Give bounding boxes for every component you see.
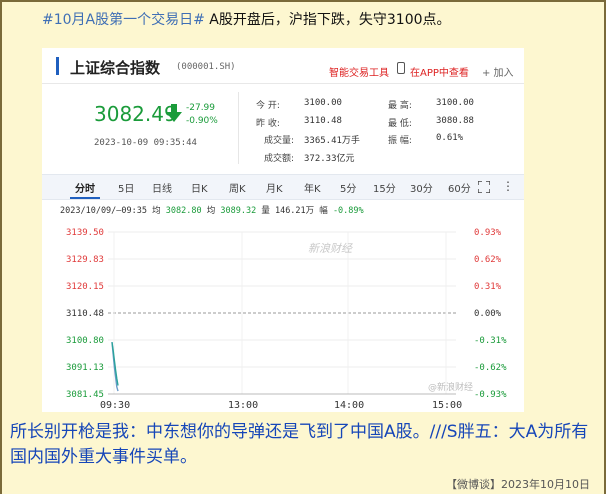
add-watchlist-button[interactable]: + 加入 xyxy=(482,64,514,79)
info-amp-label: 幅 xyxy=(319,206,328,216)
stock-quote-panel: 上证综合指数 (000001.SH) 智能交易工具 在APP中查看 + 加入 3… xyxy=(42,48,524,412)
stat-label-volume: 成交量: xyxy=(264,136,295,146)
stat-value-turnover: 372.33亿元 xyxy=(304,154,355,164)
y-tick-label: 3120.15 xyxy=(66,282,104,292)
y-tick-label: 3139.50 xyxy=(66,228,104,238)
tab-monthly-k[interactable]: 月K xyxy=(266,180,283,195)
chart-period-tabs: 分时 5日 日线 日K 周K 月K 年K 5分 15分 30分 60分 ⋮ xyxy=(42,174,524,200)
info-avg-label: 均 xyxy=(152,206,161,216)
stat-value-open: 3100.00 xyxy=(304,98,342,108)
x-tick-label: 14:00 xyxy=(334,400,364,411)
stat-value-high: 3100.00 xyxy=(436,98,474,108)
tab-daily-k[interactable]: 日K xyxy=(191,180,208,195)
tab-weekly-k[interactable]: 周K xyxy=(229,180,246,195)
more-options-icon[interactable]: ⋮ xyxy=(502,179,514,193)
stat-label-amplitude: 振 幅: xyxy=(388,136,412,146)
quote-datetime: 2023-10-09 09:35:44 xyxy=(94,138,197,148)
tab-daily-line[interactable]: 日线 xyxy=(152,180,172,195)
info-range: 2023/10/09/—09:35 xyxy=(60,206,147,216)
y-pct-tick-label: -0.93% xyxy=(474,390,507,400)
watermark: 新浪财经 xyxy=(308,242,353,255)
price-change-pct: -0.90% xyxy=(186,116,218,126)
stat-label-low: 最 低: xyxy=(388,119,412,129)
info-avg: 3082.80 xyxy=(165,206,202,216)
tab-yearly-k[interactable]: 年K xyxy=(304,180,321,195)
y-pct-tick-label: -0.31% xyxy=(474,336,507,346)
y-pct-tick-label: 0.31% xyxy=(474,282,502,292)
tab-60min[interactable]: 60分 xyxy=(448,180,471,195)
stat-label-high: 最 高: xyxy=(388,101,412,111)
y-tick-label: 3100.80 xyxy=(66,336,104,346)
info-amp: -0.89% xyxy=(332,206,364,216)
stat-label-open: 今 开: xyxy=(256,101,280,111)
arrow-down-icon xyxy=(166,104,182,122)
tab-5day[interactable]: 5日 xyxy=(118,180,134,195)
caption-box: 所长别开枪是我：中东想你的导弹还是飞到了中国A股。///S胖五：大A为所有国内国… xyxy=(2,412,604,494)
index-name: 上证综合指数 xyxy=(70,59,161,77)
x-tick-label: 15:00 xyxy=(432,400,462,411)
stat-label-turnover: 成交额: xyxy=(264,154,295,164)
tab-15min[interactable]: 15分 xyxy=(373,180,396,195)
stat-value-volume: 3365.41万手 xyxy=(304,136,360,146)
stat-label-prev-close: 昨 收: xyxy=(256,119,280,129)
stat-value-amplitude: 0.61% xyxy=(436,133,464,143)
index-code: (000001.SH) xyxy=(176,62,236,72)
price-series-line xyxy=(111,342,119,386)
y-tick-label: 3091.13 xyxy=(66,363,104,373)
info-price-label: 均 xyxy=(206,206,216,216)
y-pct-tick-label: 0.62% xyxy=(474,255,502,265)
x-tick-label: 09:30 xyxy=(100,400,130,411)
y-tick-label: 3081.45 xyxy=(66,390,104,400)
quote-header: 上证综合指数 (000001.SH) 智能交易工具 在APP中查看 + 加入 xyxy=(42,48,524,84)
chart-info-line: 2023/10/09/—09:35 均 3082.80 均 3089.32 量 … xyxy=(60,204,364,216)
y-pct-tick-label: 0.93% xyxy=(474,228,502,238)
stat-value-low: 3080.88 xyxy=(436,116,474,126)
intraday-chart: 3139.50 0.93% 3129.83 0.62% 3120.15 0.31% 3110… xyxy=(66,228,507,411)
divider xyxy=(238,92,239,164)
source-credit: 【微博谈】2023年10月10日 xyxy=(446,478,590,491)
y-tick-label: 3129.83 xyxy=(66,255,104,265)
headline-text: A股开盘后，沪指下跌，失守3100点。 xyxy=(204,12,451,28)
y-pct-tick-label: 0.00% xyxy=(474,309,502,319)
x-tick-label: 13:00 xyxy=(228,400,258,411)
tab-timeshare[interactable]: 分时 xyxy=(75,180,95,195)
caption-text: 所长别开枪是我：中东想你的导弹还是飞到了中国A股。///S胖五：大A为所有国内国… xyxy=(10,422,589,467)
stat-value-prev-close: 3110.48 xyxy=(304,116,342,126)
watermark-handle: @新浪财经 xyxy=(428,381,473,393)
info-vol-label: 量 xyxy=(261,206,270,216)
post-headline: #10月A股第一个交易日# A股开盘后，沪指下跌，失守3100点。 xyxy=(42,10,602,30)
y-pct-tick-label: -0.62% xyxy=(474,363,507,373)
y-tick-label: 3110.48 xyxy=(66,309,104,319)
active-tab-indicator xyxy=(70,197,100,199)
tab-30min[interactable]: 30分 xyxy=(410,180,433,195)
phone-icon xyxy=(397,62,405,74)
info-vol: 146.21万 xyxy=(274,206,315,216)
view-in-app-link[interactable]: 在APP中查看 xyxy=(410,64,469,79)
current-price: 3082.49 xyxy=(94,102,177,126)
hashtag-link[interactable]: #10月A股第一个交易日# xyxy=(42,12,205,28)
info-price: 3089.32 xyxy=(220,206,257,216)
tab-5min[interactable]: 5分 xyxy=(340,180,356,195)
fullscreen-icon[interactable] xyxy=(478,181,490,193)
title-accent-bar xyxy=(56,57,59,75)
price-change: -27.99 xyxy=(186,103,216,113)
smart-trading-link[interactable]: 智能交易工具 xyxy=(329,64,389,79)
